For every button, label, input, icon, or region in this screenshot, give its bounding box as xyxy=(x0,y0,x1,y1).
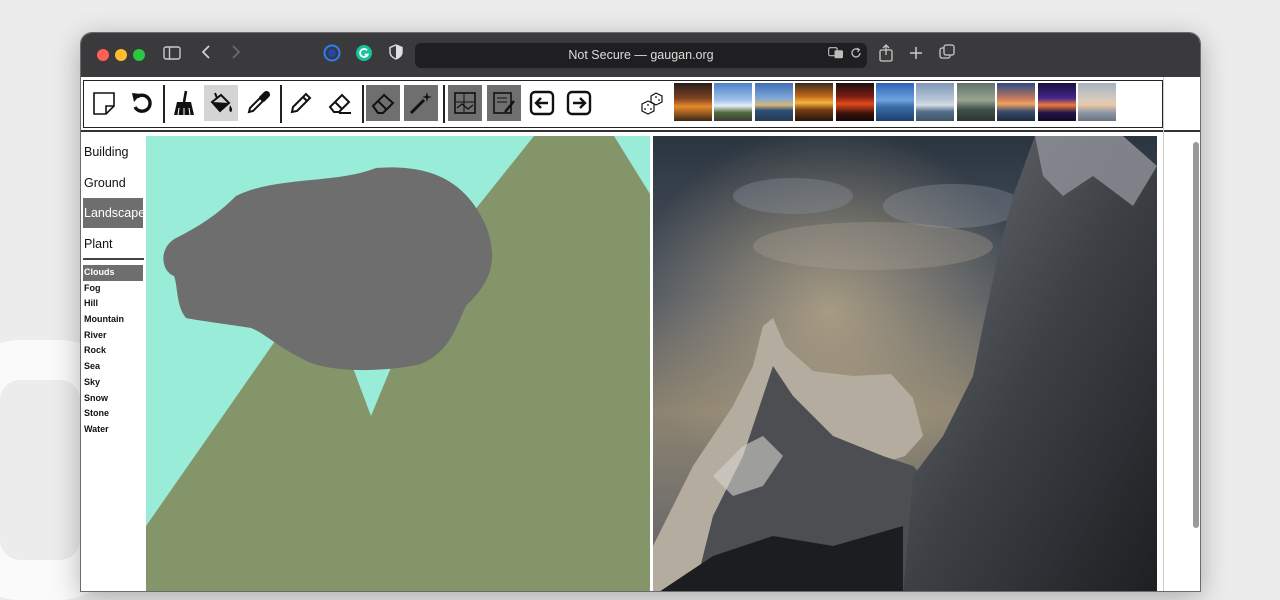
translate-icon[interactable] xyxy=(827,45,845,65)
label-list: Clouds Fog Hill Mountain River Rock Sea Sky Snow… xyxy=(83,265,143,438)
style-thumbnail[interactable] xyxy=(754,83,793,121)
arrow-right-icon[interactable] xyxy=(562,85,596,121)
share-icon[interactable] xyxy=(875,44,897,66)
tool-palette xyxy=(83,80,1163,128)
browser-window: Not Secure — gaugan.org Building Ground … xyxy=(80,32,1201,592)
style-thumbnail[interactable] xyxy=(875,83,914,121)
label-stone[interactable]: Stone xyxy=(83,406,143,422)
url-text: Not Secure — gaugan.org xyxy=(568,48,714,62)
label-hill[interactable]: Hill xyxy=(83,296,143,312)
sketch-map-icon[interactable] xyxy=(487,85,521,121)
page-content: Building Ground Landscape Plant Clouds Fog Hi… xyxy=(81,77,1200,591)
label-river[interactable]: River xyxy=(83,328,143,344)
forward-icon[interactable] xyxy=(225,44,247,66)
label-mountain[interactable]: Mountain xyxy=(83,312,143,328)
generated-image xyxy=(653,136,1157,591)
page-scrollbar[interactable] xyxy=(1193,142,1199,528)
eraser-large-icon[interactable] xyxy=(366,85,400,121)
style-thumbnail[interactable] xyxy=(795,83,834,121)
category-building[interactable]: Building xyxy=(83,137,143,167)
segmentation-map-icon[interactable] xyxy=(448,85,482,121)
reload-icon[interactable] xyxy=(847,45,865,65)
undo-icon[interactable] xyxy=(125,85,159,121)
label-clouds[interactable]: Clouds xyxy=(83,265,143,281)
category-landscape[interactable]: Landscape xyxy=(83,198,143,228)
category-list: Building Ground Landscape Plant xyxy=(83,137,143,259)
label-fog[interactable]: Fog xyxy=(83,281,143,297)
category-divider xyxy=(83,258,144,260)
magic-wand-icon[interactable] xyxy=(404,85,438,121)
label-rock[interactable]: Rock xyxy=(83,343,143,359)
new-canvas-icon[interactable] xyxy=(87,85,121,121)
arrow-left-icon[interactable] xyxy=(525,85,559,121)
style-thumbnail[interactable] xyxy=(1077,83,1116,121)
pencil-icon[interactable] xyxy=(284,85,318,121)
grammarly-icon[interactable] xyxy=(353,44,375,66)
style-thumbnail[interactable] xyxy=(1037,83,1076,121)
generated-landscape-art xyxy=(653,136,1157,591)
toolbar-separator xyxy=(362,85,364,123)
segmentation-canvas[interactable] xyxy=(146,136,650,591)
zoom-window-button[interactable] xyxy=(133,49,145,61)
paint-bucket-icon[interactable] xyxy=(204,85,238,121)
new-tab-icon[interactable] xyxy=(905,44,927,66)
toolbar-separator xyxy=(280,85,282,123)
close-window-button[interactable] xyxy=(97,49,109,61)
toolbar-separator xyxy=(163,85,165,123)
style-thumbnail[interactable] xyxy=(956,83,995,121)
toolbar-separator xyxy=(443,85,445,123)
style-thumbnail[interactable] xyxy=(835,83,874,121)
style-thumbnail[interactable] xyxy=(674,83,712,121)
dice-icon[interactable] xyxy=(635,85,669,121)
style-thumbnail[interactable] xyxy=(997,83,1036,121)
label-sea[interactable]: Sea xyxy=(83,359,143,375)
toolbar-divider xyxy=(81,130,1200,132)
back-icon[interactable] xyxy=(195,44,217,66)
style-thumbnails xyxy=(674,83,1118,121)
privacy-shield-icon[interactable] xyxy=(385,44,407,66)
browser-titlebar: Not Secure — gaugan.org xyxy=(81,33,1200,77)
style-thumbnail[interactable] xyxy=(714,83,753,121)
label-snow[interactable]: Snow xyxy=(83,391,143,407)
minimize-window-button[interactable] xyxy=(115,49,127,61)
segmentation-drawing xyxy=(146,136,650,591)
category-plant[interactable]: Plant xyxy=(83,229,143,259)
address-bar[interactable]: Not Secure — gaugan.org xyxy=(415,43,867,68)
extension-blue-icon[interactable] xyxy=(321,44,343,66)
eyedropper-icon[interactable] xyxy=(241,85,275,121)
label-water[interactable]: Water xyxy=(83,422,143,438)
eraser-icon[interactable] xyxy=(323,85,357,121)
category-ground[interactable]: Ground xyxy=(83,168,143,198)
broom-icon[interactable] xyxy=(167,85,201,121)
sidebar-toggle-icon[interactable] xyxy=(161,44,183,66)
style-thumbnail[interactable] xyxy=(916,83,955,121)
tab-overview-icon[interactable] xyxy=(936,44,958,66)
label-sky[interactable]: Sky xyxy=(83,375,143,391)
